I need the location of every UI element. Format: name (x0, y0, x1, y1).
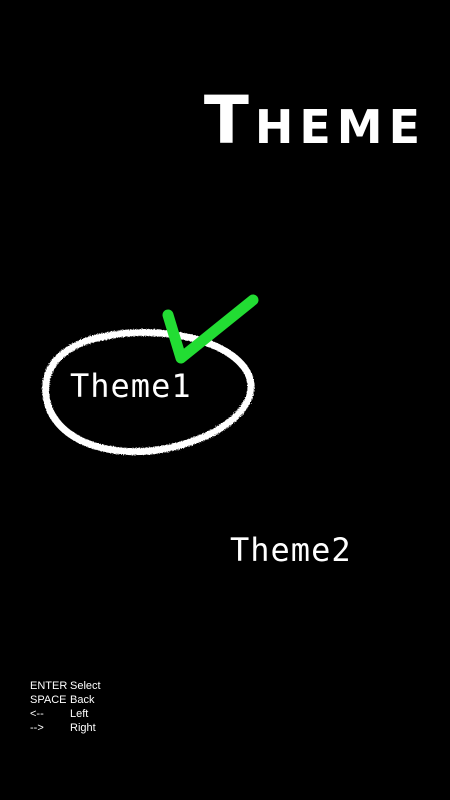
theme-option-1[interactable]: Theme1 (70, 370, 192, 402)
control-key: <-- (30, 708, 44, 720)
checkmark-icon (162, 294, 259, 364)
control-row-left: <-- Left (30, 707, 101, 721)
control-row-right: --> Right (30, 721, 101, 735)
screen-title: Theme (203, 82, 426, 159)
control-key: SPACE (30, 694, 67, 706)
control-action: Back (70, 694, 95, 706)
control-action: Left (70, 708, 89, 720)
control-row-space: SPACE Back (30, 693, 101, 707)
control-action: Select (70, 680, 101, 692)
controls-legend: ENTER Select SPACE Back <-- Left --> Rig… (30, 679, 101, 735)
control-key: ENTER (30, 680, 68, 692)
theme-option-2[interactable]: Theme2 (230, 534, 352, 566)
control-key: --> (30, 722, 44, 734)
control-action: Right (70, 722, 96, 734)
control-row-enter: ENTER Select (30, 679, 101, 693)
